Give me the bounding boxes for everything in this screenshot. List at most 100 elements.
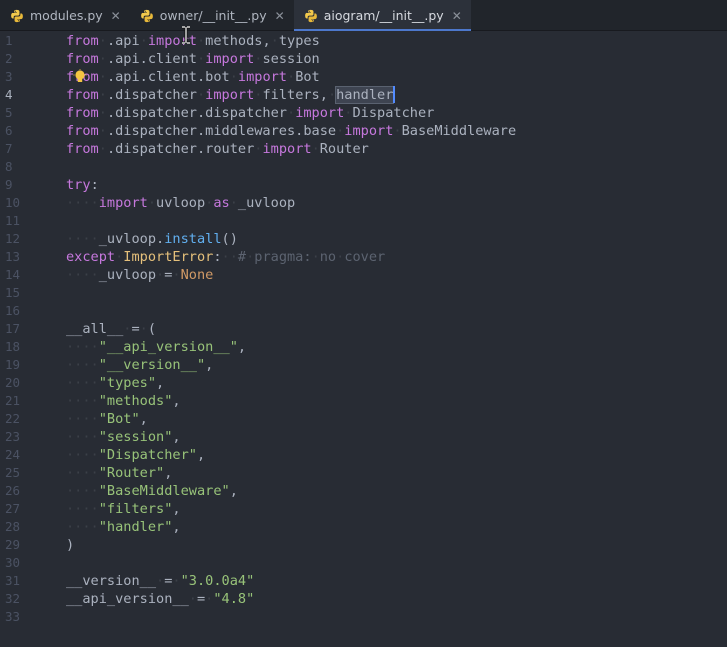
code-token: #·pragma:·no·cover	[238, 249, 385, 265]
code-token: ,	[205, 357, 214, 373]
code-line[interactable]: 2 from·.api.client·import·session	[0, 50, 727, 68]
code-fragment: Bot	[295, 69, 320, 85]
code-line[interactable]: 7 from·.dispatcher.router·import·Router	[0, 140, 727, 158]
code-line[interactable]: 25 ····"Router",	[0, 464, 727, 482]
code-line[interactable]: 24 ····"Dispatcher",	[0, 446, 727, 464]
code-fragment: #	[237, 249, 247, 265]
code-line[interactable]: 28 ····"handler",	[0, 518, 727, 536]
code-editor[interactable]: 1 from·.api·import·methods,·types 2 from·.a…	[0, 31, 727, 647]
code-token: ····	[66, 357, 99, 373]
code-text: from·.dispatcher.router·import·Router	[66, 140, 369, 158]
code-token: ····	[66, 195, 99, 211]
code-token: ·.dispatcher.router·	[99, 141, 263, 157]
code-fragment: Dispatcher	[352, 105, 435, 121]
code-token: ····	[66, 465, 99, 481]
code-token: import	[205, 87, 255, 103]
code-line[interactable]: 15	[0, 284, 727, 302]
code-token: "Router"	[98, 465, 165, 481]
line-number: 7	[5, 141, 13, 156]
code-text: __all__·=·(	[66, 320, 156, 338]
line-number: 28	[5, 519, 21, 534]
code-fragment: ·	[98, 69, 107, 85]
code-token: ·uvloop·	[148, 195, 213, 211]
code-line[interactable]: 22 ····"Bot",	[0, 410, 727, 428]
code-token: :	[90, 177, 99, 193]
code-token: from	[66, 51, 99, 67]
code-line[interactable]: 8	[0, 158, 727, 176]
code-token: :··	[213, 249, 238, 265]
code-text: try:	[66, 176, 99, 194]
code-line[interactable]: 5 from·.dispatcher.dispatcher·import·Disp…	[0, 104, 727, 122]
code-line[interactable]: 23 ····"session",	[0, 428, 727, 446]
code-fragment: ·	[172, 267, 181, 283]
code-token: _uvloop.	[98, 231, 165, 247]
code-line[interactable]: 13 except·ImportError:··#·pragma:·no·cove…	[0, 248, 727, 266]
code-text: ····"filters",	[66, 500, 181, 518]
code-line[interactable]: 26 ····"BaseMiddleware",	[0, 482, 727, 500]
code-line[interactable]: 12 ····_uvloop.install()	[0, 230, 727, 248]
code-fragment: ·	[196, 33, 206, 49]
code-fragment: ·	[229, 69, 238, 85]
code-fragment: ·	[311, 141, 320, 157]
code-text: from·.dispatcher·import·filters,·handler	[66, 86, 395, 104]
code-line[interactable]: 10 ····import·uvloop·as·_uvloop	[0, 194, 727, 212]
code-text: ····"Dispatcher",	[66, 446, 205, 464]
line-number: 2	[5, 51, 13, 66]
lightbulb-icon[interactable]	[73, 69, 87, 85]
code-line[interactable]: 3 from·.api.client.bot·import·Bot	[0, 68, 727, 86]
code-token: ·_uvloop	[230, 195, 295, 211]
code-token: ····	[66, 501, 99, 517]
code-line[interactable]: 17 __all__·=·(	[0, 320, 727, 338]
code-fragment: filters,	[262, 87, 328, 103]
code-token: ,	[164, 465, 173, 481]
code-line[interactable]: 20 ····"types",	[0, 374, 727, 392]
code-text: ····"__api_version__",	[66, 338, 246, 356]
close-icon[interactable]: ✕	[111, 9, 121, 23]
line-number: 5	[5, 105, 13, 120]
code-line[interactable]: 14 ····_uvloop·=·None	[0, 266, 727, 284]
code-line[interactable]: 18 ····"__api_version__",	[0, 338, 727, 356]
code-fragment: =	[131, 321, 140, 337]
code-line[interactable]: 27 ····"filters",	[0, 500, 727, 518]
code-line[interactable]: 29)	[0, 536, 727, 554]
code-line[interactable]: 16	[0, 302, 727, 320]
tab-2[interactable]: aiogram/__init__.py ✕	[293, 0, 471, 31]
code-line[interactable]: 11	[0, 212, 727, 230]
code-line[interactable]: 19 ····"__version__",	[0, 356, 727, 374]
code-token: ·BaseMiddleware	[393, 123, 516, 139]
line-number: 3	[5, 69, 13, 84]
code-fragment: ·	[229, 249, 238, 265]
code-line[interactable]: 4 from·.dispatcher·import·filters,·handle…	[0, 86, 727, 104]
code-fragment: ·	[393, 123, 402, 139]
code-line[interactable]: 31 __version__·=·"3.0.0a4"	[0, 572, 727, 590]
line-number: 26	[5, 483, 21, 498]
code-token: __version__·=·	[66, 573, 181, 589]
code-token: ·methods,·types	[197, 33, 320, 49]
code-fragment: ·	[156, 267, 165, 283]
code-line[interactable]: 1 from·.api·import·methods,·types	[0, 32, 727, 50]
line-number: 18	[5, 339, 21, 354]
code-token: ·Bot	[287, 69, 320, 85]
code-line[interactable]: 21 ····"methods",	[0, 392, 727, 410]
code-fragment: __all__	[66, 321, 124, 337]
code-fragment: ·	[156, 573, 165, 589]
code-line[interactable]: 33	[0, 608, 727, 626]
code-token: ·.api·	[99, 33, 148, 49]
code-fragment: ·	[196, 87, 206, 103]
line-number: 17	[5, 321, 21, 336]
code-text: ····import·uvloop·as·_uvloop	[66, 194, 295, 212]
tab-label: aiogram/__init__.py	[323, 8, 444, 23]
text-caret	[393, 86, 395, 103]
code-line[interactable]: 30	[0, 554, 727, 572]
code-line[interactable]: 6 from·.dispatcher.middlewares.base·impor…	[0, 122, 727, 140]
close-icon[interactable]: ✕	[275, 9, 285, 23]
close-icon[interactable]: ✕	[452, 9, 462, 23]
code-token: ····	[66, 519, 99, 535]
code-token: ,	[172, 393, 181, 409]
code-token: "__api_version__"	[98, 339, 238, 355]
code-line[interactable]: 9 try:	[0, 176, 727, 194]
code-fragment: .dispatcher.middlewares.base	[106, 123, 337, 139]
tab-0[interactable]: modules.py ✕	[0, 0, 130, 31]
tab-1[interactable]: owner/__init__.py ✕	[130, 0, 294, 31]
code-line[interactable]: 32 __api_version__·=·"4.8"	[0, 590, 727, 608]
